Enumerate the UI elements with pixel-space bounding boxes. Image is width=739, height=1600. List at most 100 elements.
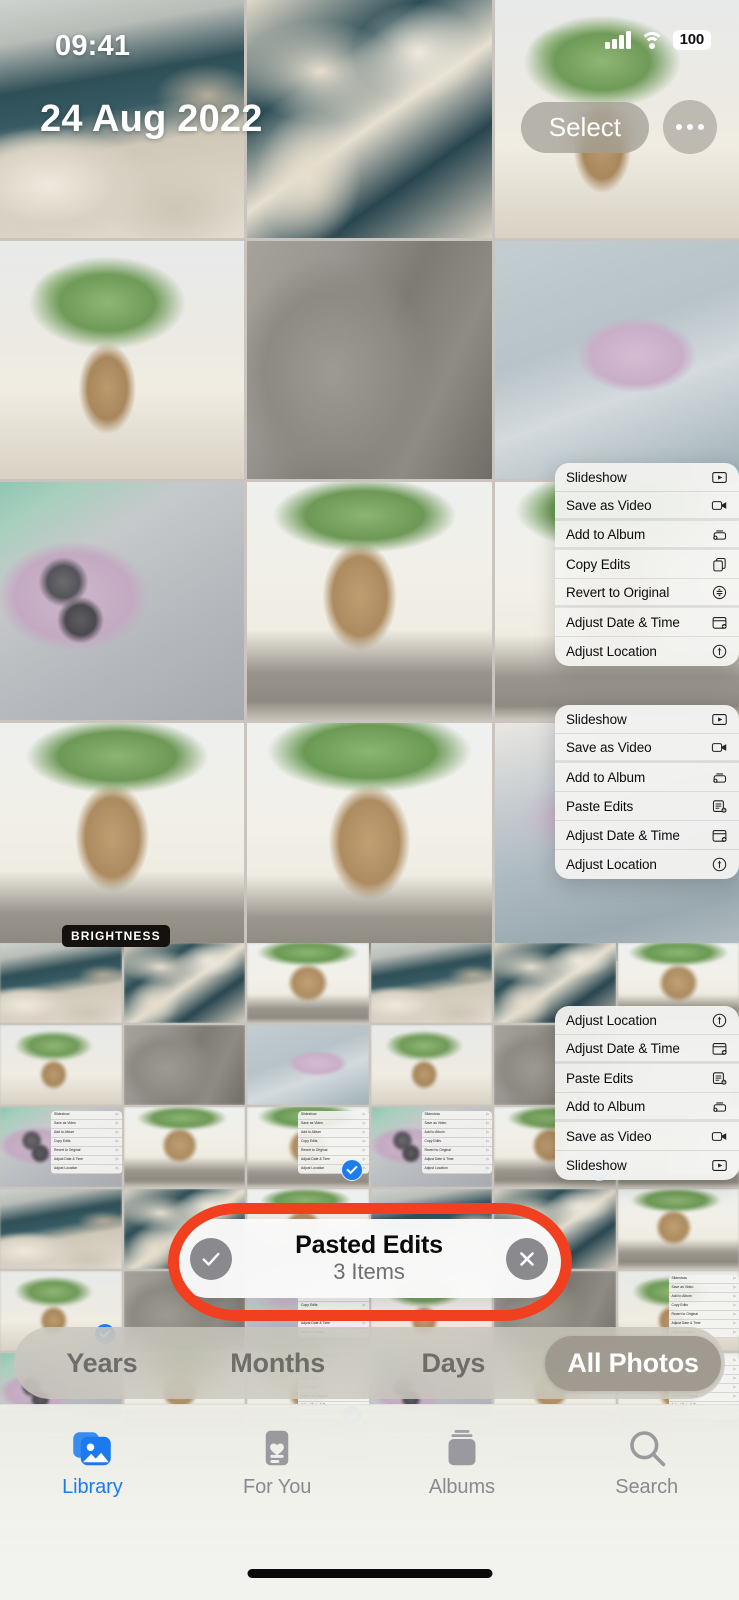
photo-thumbnail[interactable] bbox=[247, 482, 492, 720]
menu-item-label: Slideshow bbox=[566, 711, 627, 727]
photo-thumbnail-small[interactable] bbox=[370, 943, 492, 1023]
menu-item-label: Add to Album bbox=[566, 526, 646, 542]
photo-image bbox=[0, 241, 245, 479]
copy-menu-item-adjust-location[interactable]: Adjust Location bbox=[555, 637, 739, 666]
close-icon[interactable] bbox=[506, 1237, 548, 1280]
photo-thumbnail-small[interactable]: Slideshow▷Save as Video▷Add to Album▷Cop… bbox=[247, 1107, 369, 1187]
photo-thumbnail-small[interactable] bbox=[0, 943, 122, 1023]
slideshow-icon bbox=[711, 711, 728, 728]
photo-thumbnail[interactable] bbox=[247, 241, 492, 479]
photo-thumbnail-small[interactable] bbox=[247, 1025, 369, 1105]
photo-thumbnail[interactable] bbox=[0, 482, 245, 720]
revert-icon bbox=[711, 584, 728, 601]
photo-thumbnail[interactable] bbox=[247, 0, 492, 238]
location-icon bbox=[711, 1012, 728, 1029]
context-menu-reversed[interactable]: Adjust Location Adjust Date & Time Paste E… bbox=[555, 1006, 739, 1180]
tab-label: Search bbox=[615, 1476, 679, 1498]
photo-thumbnail-small[interactable] bbox=[123, 1107, 245, 1187]
ellipsis-icon[interactable] bbox=[663, 100, 717, 154]
photo-image bbox=[0, 1025, 122, 1105]
reversed-menu-item-paste-edits[interactable]: Paste Edits bbox=[555, 1064, 739, 1093]
copy-menu-item-slideshow[interactable]: Slideshow bbox=[555, 463, 739, 492]
menu-item-label: Slideshow bbox=[566, 469, 627, 485]
menu-item-label: Revert to Original bbox=[566, 584, 670, 600]
reversed-menu-item-add-to-album[interactable]: Add to Album bbox=[555, 1093, 739, 1122]
tab-search[interactable]: Search bbox=[554, 1427, 739, 1499]
menu-item-label: Save as Video bbox=[566, 1128, 652, 1144]
photo-image bbox=[247, 482, 492, 720]
tab-label: Library bbox=[62, 1476, 123, 1498]
checkmark-icon[interactable] bbox=[190, 1237, 232, 1280]
reversed-menu-item-slideshow[interactable]: Slideshow bbox=[555, 1151, 739, 1180]
photo-thumbnail-small[interactable] bbox=[0, 1189, 122, 1269]
context-menu-paste-edits[interactable]: Slideshow Save as Video Add to Album Paste … bbox=[555, 705, 739, 879]
reversed-menu-item-adjust-date-time[interactable]: Adjust Date & Time bbox=[555, 1035, 739, 1064]
photo-image bbox=[617, 1189, 739, 1269]
tab-library[interactable]: Library bbox=[0, 1427, 185, 1499]
photo-thumbnail-small[interactable] bbox=[617, 1189, 739, 1269]
tab-albums[interactable]: Albums bbox=[370, 1427, 555, 1499]
photo-thumbnail-small[interactable] bbox=[0, 1025, 122, 1105]
cellular-bars-icon bbox=[605, 31, 631, 49]
photo-thumbnail-small[interactable] bbox=[247, 943, 369, 1023]
menu-item-label: Slideshow bbox=[566, 1158, 627, 1173]
photo-thumbnail-small[interactable]: Slideshow▷Save as Video▷Add to Album▷Cop… bbox=[370, 1107, 492, 1187]
select-button[interactable]: Select bbox=[520, 101, 649, 153]
header-actions: Select bbox=[520, 100, 717, 154]
paste-menu-item-adjust-location[interactable]: Adjust Location bbox=[555, 850, 739, 879]
photo-thumbnail[interactable] bbox=[0, 241, 245, 479]
segment-years[interactable]: Years bbox=[14, 1348, 190, 1379]
photo-image bbox=[0, 1189, 122, 1269]
tab-for-you[interactable]: For You bbox=[185, 1427, 370, 1499]
location-icon bbox=[711, 643, 728, 660]
photo-image bbox=[247, 241, 492, 479]
photo-image bbox=[247, 1025, 369, 1105]
selection-checkmark-icon[interactable] bbox=[340, 1159, 363, 1181]
menu-item-label: Save as Video bbox=[566, 497, 652, 513]
photo-image bbox=[0, 482, 245, 720]
photo-image bbox=[247, 943, 369, 1023]
menu-item-label: Adjust Date & Time bbox=[566, 827, 680, 843]
photo-image bbox=[123, 1107, 245, 1187]
photo-thumbnail[interactable]: BRIGHTNESS bbox=[0, 723, 245, 961]
photo-thumbnail[interactable] bbox=[494, 241, 739, 479]
context-menu-copy-edits[interactable]: Slideshow Save as Video Add to Album Copy E… bbox=[555, 463, 739, 666]
location-icon bbox=[711, 856, 728, 873]
paste-menu-item-slideshow[interactable]: Slideshow bbox=[555, 705, 739, 734]
photo-image bbox=[370, 1025, 492, 1105]
menu-item-label: Save as Video bbox=[566, 739, 652, 755]
copy-menu-item-copy-edits[interactable]: Copy Edits bbox=[555, 550, 739, 579]
copy-edits-icon bbox=[711, 556, 728, 573]
photo-image bbox=[494, 241, 739, 479]
copy-menu-item-add-to-album[interactable]: Add to Album bbox=[555, 521, 739, 550]
library-scope-segmented-control[interactable]: Years Months Days All Photos bbox=[14, 1327, 725, 1399]
copy-menu-item-revert-to-original[interactable]: Revert to Original bbox=[555, 579, 739, 608]
photo-thumbnail-small[interactable] bbox=[370, 1025, 492, 1105]
copy-menu-item-adjust-date-time[interactable]: Adjust Date & Time bbox=[555, 608, 739, 637]
segment-months[interactable]: Months bbox=[190, 1348, 366, 1379]
add-to-album-icon bbox=[711, 1098, 728, 1115]
video-icon bbox=[711, 1128, 728, 1145]
paste-menu-item-paste-edits[interactable]: Paste Edits bbox=[555, 792, 739, 821]
home-indicator bbox=[247, 1569, 492, 1578]
photo-thumbnail-small[interactable] bbox=[123, 1025, 245, 1105]
copy-menu-item-save-as-video[interactable]: Save as Video bbox=[555, 492, 739, 521]
search-icon bbox=[626, 1427, 668, 1469]
menu-item-label: Adjust Location bbox=[566, 1012, 657, 1028]
photo-thumbnail-small[interactable]: Slideshow▷Save as Video▷Add to Album▷Cop… bbox=[0, 1107, 122, 1187]
reversed-menu-item-save-as-video[interactable]: Save as Video bbox=[555, 1122, 739, 1151]
paste-edits-icon bbox=[711, 798, 728, 815]
toast-subtitle: 3 Items bbox=[333, 1259, 405, 1285]
video-icon bbox=[711, 497, 728, 514]
segment-all-photos[interactable]: All Photos bbox=[545, 1335, 721, 1391]
paste-menu-item-save-as-video[interactable]: Save as Video bbox=[555, 734, 739, 763]
paste-menu-item-add-to-album[interactable]: Add to Album bbox=[555, 763, 739, 792]
reversed-menu-item-adjust-location[interactable]: Adjust Location bbox=[555, 1006, 739, 1035]
segment-days[interactable]: Days bbox=[366, 1348, 542, 1379]
slideshow-icon bbox=[711, 469, 728, 486]
photo-thumbnail-small[interactable] bbox=[123, 943, 245, 1023]
paste-menu-item-adjust-date-time[interactable]: Adjust Date & Time bbox=[555, 821, 739, 850]
photos-app-screen: BRIGHTNESS 09:41 100 24 Aug 2022 Select … bbox=[0, 0, 739, 1600]
photo-thumbnail[interactable] bbox=[247, 723, 492, 961]
photo-image bbox=[247, 0, 492, 238]
